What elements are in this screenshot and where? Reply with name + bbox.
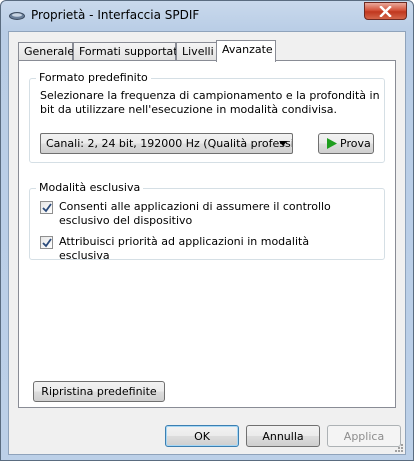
default-format-group: Formato predefinito Selezionare la frequ… [29,71,385,163]
tab-livelli[interactable]: Livelli [176,42,217,61]
check-icon [42,238,52,248]
tab-label: Livelli [182,45,214,58]
dialog-body: Generale Formati supportati Livelli Avan… [8,31,406,455]
checkbox[interactable] [40,201,53,214]
title-bar[interactable]: Proprietà - Interfaccia SPDIF [1,1,413,31]
ok-button[interactable]: OK [165,425,239,447]
check-icon [42,203,52,213]
format-select-value: Canali: 2, 24 bit, 192000 Hz (Qualità pr… [46,137,292,150]
tab-label: Avanzate [222,43,273,56]
resize-grip-icon[interactable] [393,442,404,453]
format-description: Selezionare la frequenza di campionament… [40,89,380,116]
close-icon [379,6,392,17]
tab-label: Generale [24,45,75,58]
tab-avanzate[interactable]: Avanzate [216,40,276,62]
close-button[interactable] [364,2,407,20]
checkbox[interactable] [40,236,53,249]
test-button[interactable]: Prova [318,133,374,154]
tab-formati-supportati[interactable]: Formati supportati [73,42,181,61]
group-legend: Modalità esclusiva [36,181,144,194]
tab-generale[interactable]: Generale [18,42,75,61]
test-button-label: Prova [340,137,371,150]
checkbox-label: Consenti alle applicazioni di assumere i… [59,200,331,227]
speaker-icon [9,10,25,22]
dialog-window: Proprietà - Interfaccia SPDIF Generale F… [0,0,414,461]
exclusive-priority-checkbox[interactable]: Attribuisci priorità ad applicazioni in … [40,235,370,262]
chevron-down-icon [279,141,287,146]
cancel-button[interactable]: Annulla [246,425,320,447]
window-title: Proprietà - Interfaccia SPDIF [31,8,200,22]
checkbox-label: Attribuisci priorità ad applicazioni in … [59,235,310,262]
exclusive-mode-group: Modalità esclusiva Consenti alle applica… [29,181,385,262]
play-icon [327,138,337,149]
apply-button[interactable]: Applica [327,425,401,447]
group-legend: Formato predefinito [36,71,151,84]
restore-defaults-button[interactable]: Ripristina predefinite [33,381,165,402]
advanced-panel: Formato predefinito Selezionare la frequ… [18,60,396,408]
restore-defaults-label: Ripristina predefinite [41,385,157,398]
tab-label: Formati supportati [79,45,181,58]
allow-exclusive-checkbox[interactable]: Consenti alle applicazioni di assumere i… [40,200,370,230]
apply-label: Applica [343,430,385,443]
cancel-label: Annulla [262,430,304,443]
format-select[interactable]: Canali: 2, 24 bit, 192000 Hz (Qualità pr… [40,133,293,154]
ok-label: OK [194,430,210,443]
